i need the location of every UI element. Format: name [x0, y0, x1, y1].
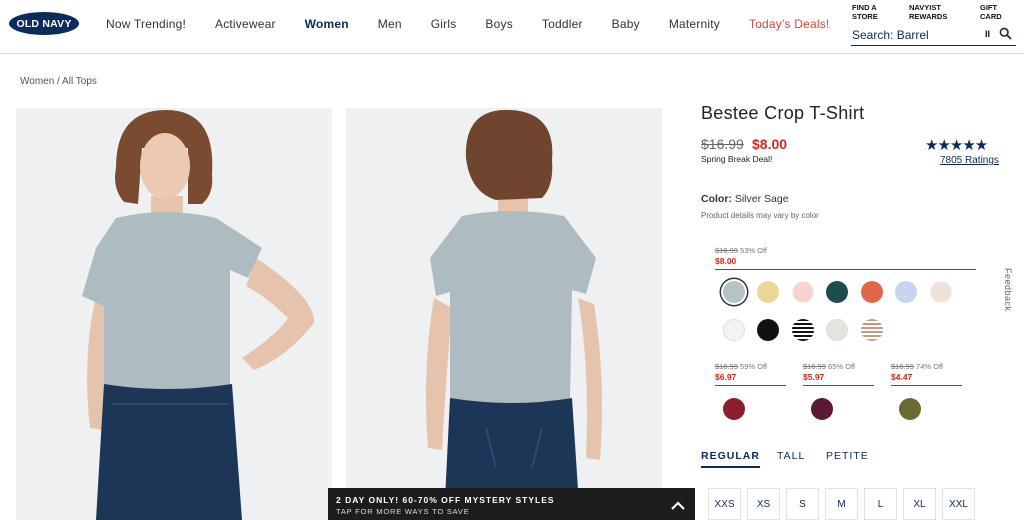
price-group-3-original: $16.99 65% Off	[803, 362, 855, 371]
nav-item-women[interactable]: Women	[305, 17, 349, 31]
swatch-black[interactable]	[757, 319, 779, 341]
size-xxs[interactable]: XXS	[708, 488, 741, 520]
original-price: $16.99	[701, 136, 744, 152]
swatch-burgundy[interactable]	[723, 398, 745, 420]
price-group-4-off: 74% Off	[916, 362, 944, 371]
color-name: Silver Sage	[734, 193, 789, 205]
swatch-coral[interactable]	[861, 281, 883, 303]
size-xs[interactable]: XS	[747, 488, 780, 520]
color-label: Color: Silver Sage	[701, 193, 789, 205]
price-group-2-sale: $6.97	[715, 372, 737, 382]
color-vary-note: Product details may vary by color	[701, 211, 819, 220]
find-store-label-2: STORE	[852, 12, 878, 21]
swatch-light-blue[interactable]	[895, 281, 917, 303]
nav-item-activewear[interactable]: Activewear	[215, 17, 276, 31]
search-icon[interactable]	[999, 27, 1012, 43]
color-label-key: Color:	[701, 193, 732, 205]
price-group-4-sale: $4.47	[891, 372, 913, 382]
swatch-tan-stripe[interactable]	[861, 319, 883, 341]
breadcrumb[interactable]: Women / All Tops	[20, 76, 97, 87]
size-m[interactable]: M	[825, 488, 858, 520]
site-header: OLD NAVY Now Trending! Activewear Women …	[0, 0, 1024, 54]
tab-petite[interactable]: PETITE	[826, 450, 869, 462]
tab-regular[interactable]: REGULAR	[701, 450, 760, 468]
nav-item-now-trending[interactable]: Now Trending!	[106, 17, 186, 31]
gift-card-link[interactable]: GIFT CARD	[980, 3, 1002, 21]
product-image-front[interactable]	[16, 108, 332, 520]
nav-item-boys[interactable]: Boys	[485, 17, 512, 31]
size-xxl[interactable]: XXL	[942, 488, 975, 520]
size-xl[interactable]: XL	[903, 488, 936, 520]
size-s[interactable]: S	[786, 488, 819, 520]
main-nav: Now Trending! Activewear Women Men Girls…	[106, 17, 858, 31]
price-group-3-divider	[803, 385, 874, 386]
old-navy-logo[interactable]: OLD NAVY	[9, 12, 79, 35]
swatch-pink[interactable]	[792, 281, 814, 303]
price-group-3-sale: $5.97	[803, 372, 825, 382]
nav-item-men[interactable]: Men	[378, 17, 402, 31]
price-group-3-off: 65% Off	[828, 362, 856, 371]
nav-item-girls[interactable]: Girls	[431, 17, 457, 31]
price-group-2-divider	[715, 385, 786, 386]
promo-subline: TAP FOR MORE WAYS TO SAVE	[336, 507, 470, 516]
navyist-rewards-link[interactable]: NAVYIST REWARDS	[909, 3, 947, 21]
nav-item-maternity[interactable]: Maternity	[669, 17, 720, 31]
price-group-4-divider	[891, 385, 962, 386]
rewards-label-2: REWARDS	[909, 12, 948, 21]
swatch-silver-sage[interactable]	[723, 281, 745, 303]
swatch-black-stripe[interactable]	[792, 319, 814, 341]
gift-label-2: CARD	[980, 12, 1002, 21]
rewards-label-1: NAVYIST	[909, 3, 941, 12]
feedback-tab[interactable]: Feedback	[1003, 268, 1013, 312]
price-group-3-old: $16.99	[803, 362, 826, 371]
price-group-1-old: $16.99	[715, 246, 738, 255]
deal-label: Spring Break Deal!	[701, 154, 773, 164]
find-store-link[interactable]: FIND A STORE	[852, 3, 878, 21]
swatch-yellow[interactable]	[757, 281, 779, 303]
price-group-2-off: 59% Off	[740, 362, 768, 371]
promo-banner[interactable]: 2 DAY ONLY! 60-70% OFF MYSTERY STYLES TA…	[328, 488, 695, 520]
price-group-1-off: 53% Off	[740, 246, 768, 255]
nav-item-baby[interactable]: Baby	[612, 17, 640, 31]
price-group-4-original: $16.99 74% Off	[891, 362, 943, 371]
sale-price: $8.00	[752, 136, 788, 152]
ratings-count-link[interactable]: 7805 Ratings	[940, 155, 999, 166]
price-group-4-old: $16.99	[891, 362, 914, 371]
gift-label-1: GIFT	[980, 3, 998, 12]
price-group-2-old: $16.99	[715, 362, 738, 371]
star-rating[interactable]: ★★★★★	[925, 136, 988, 154]
find-store-label-1: FIND A	[852, 3, 877, 12]
search-placeholder: Search: Barrel	[852, 28, 929, 42]
price-group-1-sale: $8.00	[715, 256, 737, 266]
chevron-up-icon[interactable]	[671, 498, 685, 516]
tab-tall[interactable]: TALL	[777, 450, 805, 462]
swatch-white[interactable]	[723, 319, 745, 341]
product-image-back[interactable]	[346, 108, 662, 520]
price-group-1-original: $16.99 53% Off	[715, 246, 767, 255]
promo-headline: 2 DAY ONLY! 60-70% OFF MYSTERY STYLES	[336, 495, 555, 505]
nav-item-toddler[interactable]: Toddler	[542, 17, 583, 31]
price-group-1-divider	[715, 269, 976, 270]
swatch-dark-teal[interactable]	[826, 281, 848, 303]
size-l[interactable]: L	[864, 488, 897, 520]
pause-animation-button[interactable]: II	[985, 29, 990, 39]
product-title: Bestee Crop T-Shirt	[701, 103, 865, 123]
nav-item-todays-deals[interactable]: Today's Deals!	[749, 17, 829, 31]
swatch-plum[interactable]	[811, 398, 833, 420]
swatch-blush[interactable]	[930, 281, 952, 303]
price-group-2-original: $16.99 59% Off	[715, 362, 767, 371]
swatch-olive[interactable]	[899, 398, 921, 420]
search-input[interactable]: Search: Barrel II	[851, 26, 1016, 46]
swatch-oatmeal[interactable]	[826, 319, 848, 341]
